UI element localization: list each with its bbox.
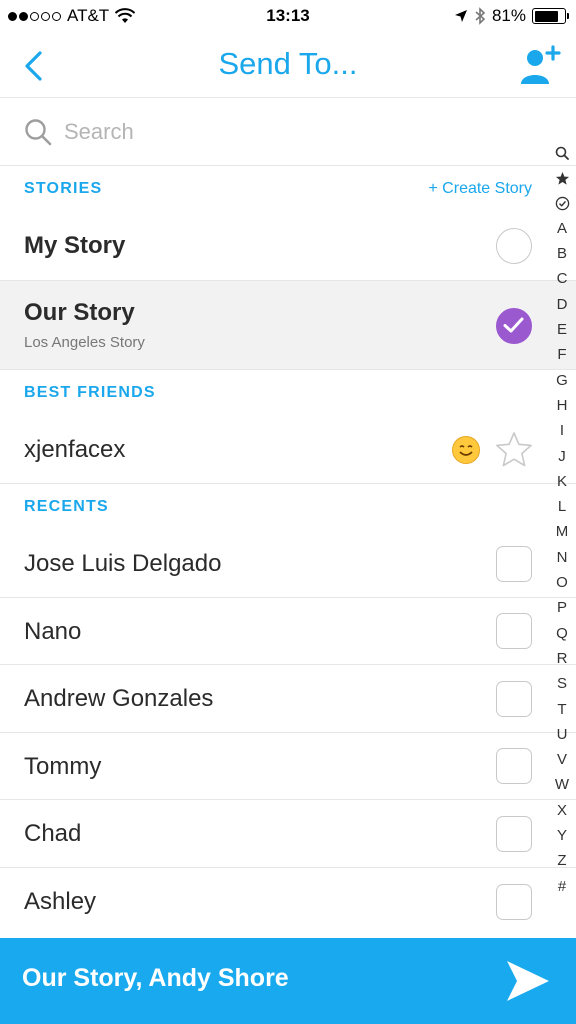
index-letter[interactable]: H — [548, 393, 576, 418]
friend-row-recent[interactable]: Andrew Gonzales — [0, 665, 576, 733]
select-checkbox[interactable] — [496, 884, 532, 920]
select-checkbox[interactable] — [496, 546, 532, 582]
index-letter[interactable]: A — [548, 216, 576, 241]
index-letter[interactable]: Y — [548, 823, 576, 848]
checkmark-icon — [503, 317, 524, 333]
index-letter[interactable]: N — [548, 545, 576, 570]
smiling-face-emoji-icon — [452, 436, 480, 464]
select-circle-unchecked[interactable] — [496, 228, 532, 264]
battery-percent: 81% — [491, 6, 526, 25]
friend-row-recent[interactable]: Chad — [0, 800, 576, 868]
battery-icon — [532, 8, 569, 24]
best-friends-section-header: BEST FRIENDS — [0, 370, 548, 416]
nav-header: Send To... — [0, 34, 576, 98]
recents-label: RECENTS — [24, 498, 109, 515]
index-letter[interactable]: X — [548, 798, 576, 823]
friend-row-recent[interactable]: Nano — [0, 598, 576, 665]
story-row-our-story[interactable]: Our Story Los Angeles Story — [0, 281, 576, 370]
status-bar: AT&T 13:13 81% — [0, 0, 576, 34]
select-checkbox[interactable] — [496, 748, 532, 784]
index-letter[interactable]: W — [548, 772, 576, 797]
friend-row-recent[interactable]: Ashley — [0, 868, 576, 938]
index-letter[interactable]: T — [548, 697, 576, 722]
add-friend-icon[interactable] — [518, 44, 562, 86]
page-title: Send To... — [218, 46, 358, 81]
index-letter[interactable]: I — [548, 418, 576, 443]
index-search-icon[interactable] — [548, 140, 576, 165]
index-star-icon[interactable] — [548, 165, 576, 190]
index-letter[interactable]: F — [548, 342, 576, 367]
index-letter[interactable]: V — [548, 747, 576, 772]
search-input[interactable] — [64, 114, 504, 150]
stories-section-header: STORIES + Create Story — [0, 166, 548, 212]
index-letter[interactable]: J — [548, 444, 576, 469]
index-letters[interactable]: A B C D E F G H I J K L M N O P Q R S T U V W X Y Z # — [548, 216, 576, 899]
search-bar — [0, 98, 576, 166]
friend-name: Chad — [24, 820, 82, 847]
index-letter[interactable]: S — [548, 671, 576, 696]
index-letter[interactable]: Q — [548, 621, 576, 646]
index-letter[interactable]: L — [548, 494, 576, 519]
bluetooth-icon — [475, 7, 486, 25]
index-letter[interactable]: R — [548, 646, 576, 671]
story-name: My Story — [24, 232, 126, 259]
friend-name: xjenfacex — [24, 436, 126, 463]
select-checkbox[interactable] — [496, 681, 532, 717]
index-letter[interactable]: Z — [548, 848, 576, 873]
friend-row-recent[interactable]: Tommy — [0, 733, 576, 800]
friend-name: Nano — [24, 618, 82, 645]
index-letter[interactable]: B — [548, 241, 576, 266]
index-letter[interactable]: E — [548, 317, 576, 342]
select-circle-checked[interactable] — [496, 308, 532, 344]
search-icon — [25, 119, 52, 146]
index-letter[interactable]: M — [548, 519, 576, 544]
selected-recipients-label: Our Story, Andy Shore — [22, 964, 289, 992]
alphabet-index[interactable]: A B C D E F G H I J K L M N O P Q R S T U V W X Y Z # — [548, 140, 576, 899]
index-letter[interactable]: O — [548, 570, 576, 595]
status-right-group: 81% — [454, 6, 569, 26]
index-letter[interactable]: G — [548, 368, 576, 393]
index-letter[interactable]: P — [548, 595, 576, 620]
friend-row-best-friend[interactable]: xjenfacex — [0, 416, 576, 484]
friend-name: Andrew Gonzales — [24, 685, 214, 712]
select-checkbox[interactable] — [496, 816, 532, 852]
select-checkbox[interactable] — [496, 613, 532, 649]
star-outline-icon[interactable] — [494, 431, 534, 469]
story-subtitle: Los Angeles Story — [24, 334, 145, 351]
index-letter[interactable]: K — [548, 469, 576, 494]
friend-row-recent[interactable]: Jose Luis Delgado — [0, 530, 576, 598]
battery-level — [534, 10, 558, 22]
index-letter[interactable]: U — [548, 722, 576, 747]
index-recent-check-icon[interactable] — [548, 191, 576, 216]
friend-name: Ashley — [24, 888, 97, 915]
location-arrow-icon — [454, 10, 467, 22]
story-name: Our Story — [24, 299, 135, 326]
story-row-my-story[interactable]: My Story — [0, 212, 576, 281]
index-letter[interactable]: D — [548, 292, 576, 317]
index-letter[interactable]: C — [548, 266, 576, 291]
stories-label: STORIES — [24, 180, 103, 197]
send-bar[interactable]: Our Story, Andy Shore — [0, 938, 576, 1024]
recents-section-header: RECENTS — [0, 484, 548, 530]
create-story-button[interactable]: + Create Story — [428, 180, 532, 198]
friend-name: Jose Luis Delgado — [24, 550, 222, 577]
index-letter[interactable]: # — [548, 874, 576, 899]
friend-name: Tommy — [24, 753, 102, 780]
send-arrow-icon[interactable] — [504, 958, 552, 1004]
best-friends-label: BEST FRIENDS — [24, 384, 156, 401]
